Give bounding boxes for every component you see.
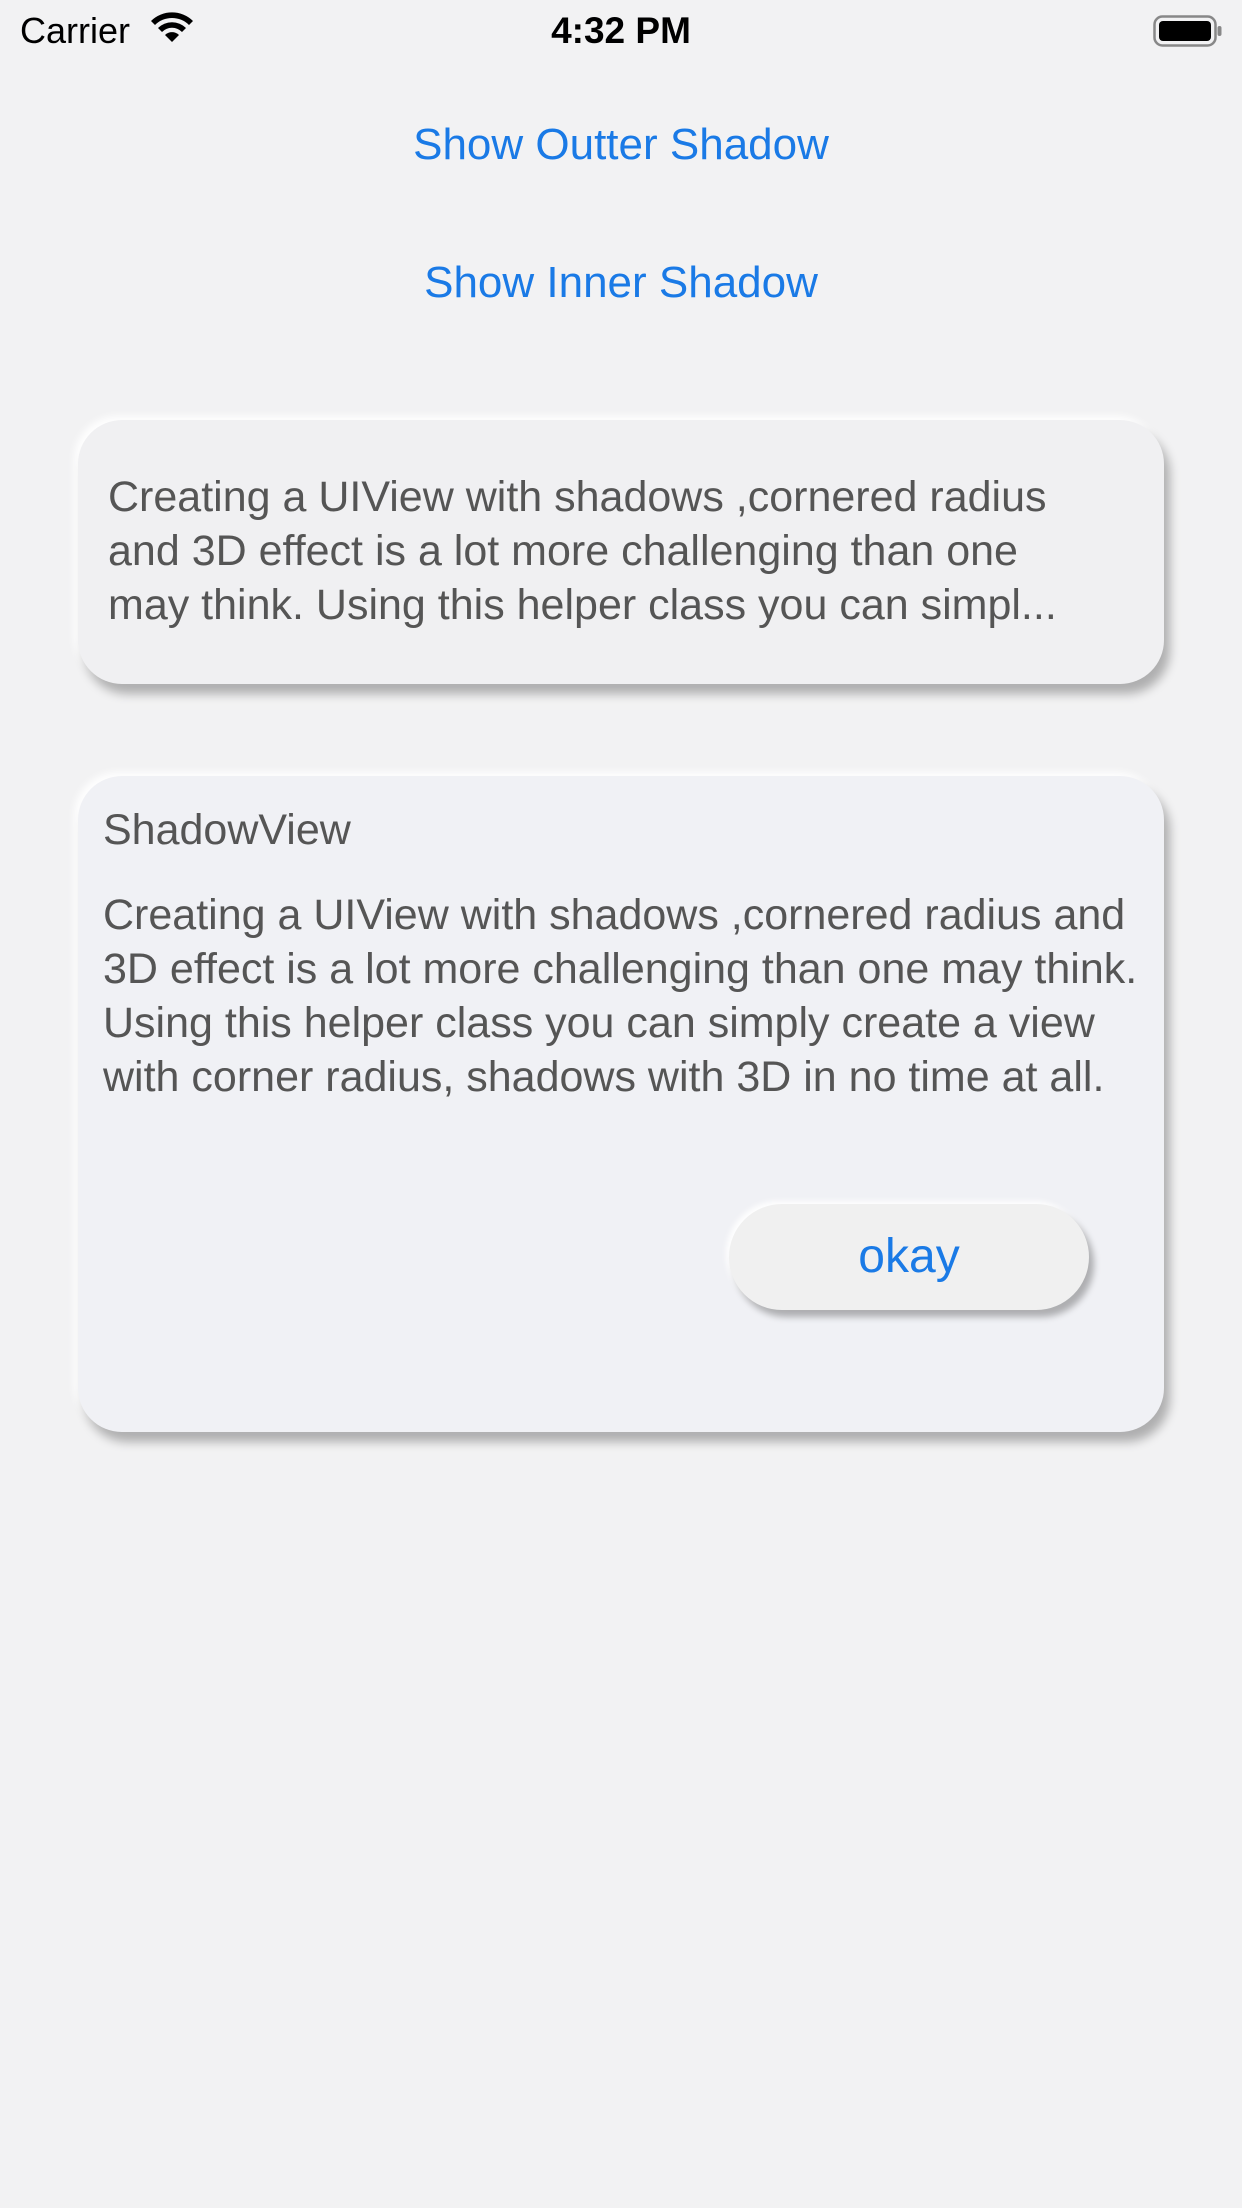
card-body-text: Creating a UIView with shadows ,cornered… (103, 891, 1138, 1101)
show-inner-shadow-button[interactable]: Show Inner Shadow (0, 258, 1242, 308)
card-preview-text: Creating a UIView with shadows ,cornered… (108, 473, 1057, 629)
status-bar: Carrier 4:32 PM (0, 0, 1242, 62)
card-title: ShadowView (103, 806, 351, 854)
screen: Carrier 4:32 PM Show Outter Shadow Show … (0, 0, 1242, 2208)
okay-button[interactable]: okay (729, 1204, 1089, 1310)
shadow-view-card: ShadowView Creating a UIView with shadow… (78, 776, 1164, 1432)
battery-icon (1153, 14, 1223, 48)
show-outer-shadow-button[interactable]: Show Outter Shadow (0, 120, 1242, 170)
status-time: 4:32 PM (551, 10, 691, 51)
shadow-card-preview: Creating a UIView with shadows ,cornered… (78, 420, 1164, 684)
